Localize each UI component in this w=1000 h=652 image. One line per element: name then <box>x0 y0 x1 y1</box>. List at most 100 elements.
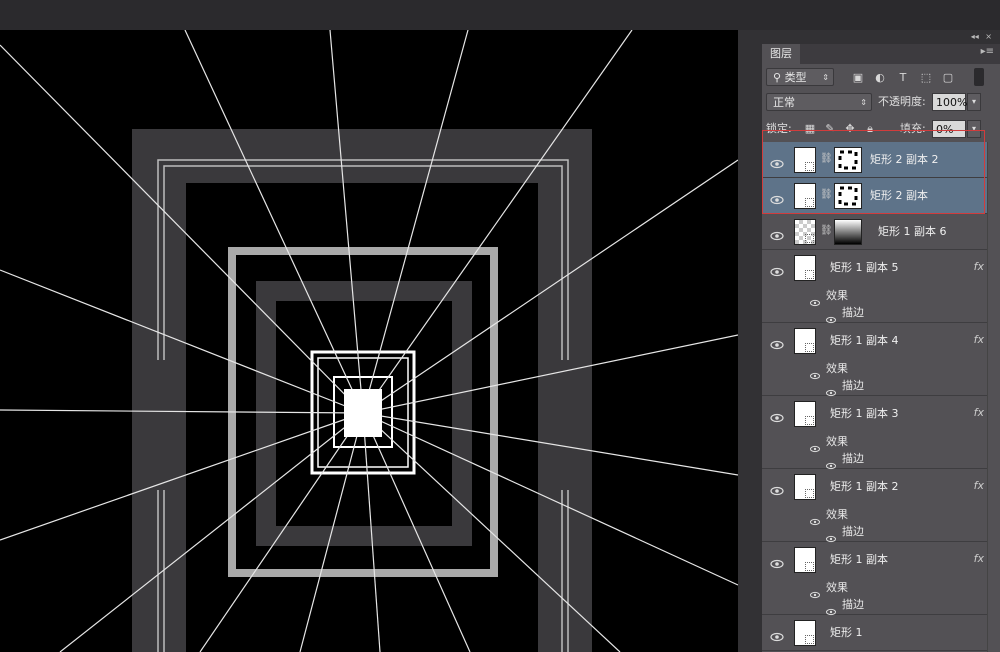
collapse-icon[interactable]: ◂◂ <box>971 32 979 41</box>
layer-name[interactable]: 矩形 2 副本 2 <box>870 153 939 167</box>
layer-row[interactable]: 矩形 1 副本 5fx▴效果描边 <box>762 250 1000 324</box>
layer-name[interactable]: 矩形 1 副本 3 <box>830 407 899 421</box>
effects-label: 效果 <box>826 362 848 375</box>
tab-layers[interactable]: 图层 <box>762 44 800 64</box>
link-icon[interactable]: ⛓ <box>820 153 833 164</box>
layer-row[interactable]: 矩形 1 <box>762 615 1000 651</box>
visibility-eye-icon[interactable] <box>770 335 784 350</box>
layers-scrollbar[interactable] <box>987 142 1000 652</box>
layer-name[interactable]: 矩形 1 副本 6 <box>878 225 947 239</box>
visibility-eye-icon[interactable] <box>770 481 784 496</box>
lock-all-icon[interactable]: 🔒︎ <box>862 121 878 137</box>
layer-row[interactable]: 矩形 1 副本 2fx▴效果描边 <box>762 469 1000 543</box>
blend-row: 正常 ⇕ 不透明度: 100% ▾ <box>762 90 1000 116</box>
effects-visibility-eye-icon[interactable] <box>810 584 820 603</box>
close-icon[interactable]: × <box>985 32 992 41</box>
lock-row: 锁定: ▦ ✎ ✥ 🔒︎ 填充: 0% ▾ <box>762 116 1000 142</box>
fx-icon[interactable]: fx <box>974 260 984 273</box>
visibility-eye-icon[interactable] <box>770 554 784 569</box>
canvas-artwork <box>0 30 738 652</box>
visibility-eye-icon[interactable] <box>770 262 784 277</box>
effects-label: 效果 <box>826 435 848 448</box>
link-icon[interactable]: ⛓ <box>820 225 833 236</box>
center-square-top <box>344 389 382 437</box>
effects-label: 效果 <box>826 581 848 594</box>
stroke-effect-label[interactable]: 描边 <box>842 598 864 612</box>
layer-row[interactable]: 矩形 1 副本 3fx▴效果描边 <box>762 396 1000 470</box>
layer-name[interactable]: 矩形 1 副本 <box>830 553 888 567</box>
blend-mode-dropdown[interactable]: 正常 ⇕ <box>766 93 872 111</box>
dropdown-arrow-icon: ⇕ <box>860 98 867 107</box>
panel-collapse-bar[interactable]: ◂◂ × <box>762 30 1000 44</box>
panel-gutter <box>738 30 762 652</box>
layer-row[interactable]: 矩形 1 副本fx▴效果描边 <box>762 542 1000 616</box>
layer-thumbnail <box>794 147 816 173</box>
effects-label: 效果 <box>826 289 848 302</box>
layers-list: ⛓矩形 2 副本 2⛓矩形 2 副本⛓矩形 1 副本 6矩形 1 副本 5fx▴… <box>762 142 1000 652</box>
layer-name[interactable]: 矩形 2 副本 <box>870 189 928 203</box>
lock-label: 锁定: <box>766 122 792 135</box>
layer-row[interactable]: ⛓ 矩形 2 副本 <box>762 178 1000 214</box>
blend-mode-value: 正常 <box>773 96 795 109</box>
panel-tab-row: 图层 ▸≡ <box>762 44 1000 64</box>
shape-filter-icon[interactable]: ⬚ <box>918 70 934 86</box>
opacity-label: 不透明度: <box>878 95 926 108</box>
filter-kind-value: 类型 <box>784 71 807 84</box>
stroke-effect-label[interactable]: 描边 <box>842 306 864 320</box>
layer-name[interactable]: 矩形 1 副本 4 <box>830 334 899 348</box>
effects-visibility-eye-icon[interactable] <box>810 365 820 384</box>
visibility-eye-icon[interactable] <box>770 154 784 169</box>
document-canvas[interactable] <box>0 30 738 652</box>
layer-mask-thumbnail[interactable] <box>834 147 862 173</box>
fx-icon[interactable]: fx <box>974 552 984 565</box>
layer-mask-thumbnail[interactable] <box>834 183 862 209</box>
type-filter-icon[interactable]: T <box>895 70 911 86</box>
layer-name[interactable]: 矩形 1 <box>830 626 863 640</box>
layer-row[interactable]: 矩形 1 副本 4fx▴效果描边 <box>762 323 1000 397</box>
search-icon: ⚲ <box>773 71 785 84</box>
visibility-eye-icon[interactable] <box>770 190 784 205</box>
stroke-effect-label[interactable]: 描边 <box>842 452 864 466</box>
layer-row[interactable]: ⛓ 矩形 2 副本 2 <box>762 142 1000 178</box>
top-bar <box>0 0 1000 30</box>
fx-icon[interactable]: fx <box>974 333 984 346</box>
layer-row[interactable]: ⛓ 矩形 1 副本 6 <box>762 214 1000 250</box>
visibility-eye-icon[interactable] <box>770 408 784 423</box>
lock-move-icon[interactable]: ✥ <box>842 121 858 137</box>
smart-object-filter-icon[interactable]: ▢ <box>940 70 956 86</box>
lock-paint-icon[interactable]: ✎ <box>822 121 838 137</box>
effects-visibility-eye-icon[interactable] <box>810 438 820 457</box>
image-filter-icon[interactable]: ▣ <box>850 70 866 86</box>
layer-thumbnail <box>794 183 816 209</box>
filter-kind-dropdown[interactable]: ⚲ 类型 ⇕ <box>766 68 834 86</box>
panel-menu-icon[interactable]: ▸≡ <box>981 46 994 57</box>
layers-panel: ◂◂ × 图层 ▸≡ ⚲ 类型 ⇕ ▣ ◐ T ⬚ ▢ 正常 ⇕ 不透明度: 1… <box>762 30 1000 652</box>
fill-label: 填充: <box>900 122 926 135</box>
layer-mask-thumbnail[interactable] <box>834 219 862 245</box>
layer-name[interactable]: 矩形 1 副本 2 <box>830 480 899 494</box>
opacity-dropdown-arrow-icon[interactable]: ▾ <box>967 93 981 111</box>
layer-thumbnail <box>794 219 816 245</box>
stroke-effect-label[interactable]: 描边 <box>842 379 864 393</box>
fx-icon[interactable]: fx <box>974 479 984 492</box>
visibility-eye-icon[interactable] <box>770 627 784 642</box>
lock-transparency-icon[interactable]: ▦ <box>802 121 818 137</box>
stroke-effect-label[interactable]: 描边 <box>842 525 864 539</box>
filter-toggle-icon[interactable] <box>974 68 984 86</box>
filter-row: ⚲ 类型 ⇕ ▣ ◐ T ⬚ ▢ <box>762 64 1000 90</box>
fill-field[interactable]: 0% <box>932 120 966 138</box>
layer-name[interactable]: 矩形 1 副本 5 <box>830 261 899 275</box>
layer-thumbnail <box>794 474 816 500</box>
link-icon[interactable]: ⛓ <box>820 189 833 200</box>
adjustment-filter-icon[interactable]: ◐ <box>872 70 888 86</box>
effects-visibility-eye-icon[interactable] <box>810 511 820 530</box>
layer-thumbnail <box>794 328 816 354</box>
layer-thumbnail <box>794 255 816 281</box>
effects-label: 效果 <box>826 508 848 521</box>
opacity-field[interactable]: 100% <box>932 93 967 111</box>
fill-dropdown-arrow-icon[interactable]: ▾ <box>967 120 981 138</box>
effects-visibility-eye-icon[interactable] <box>810 292 820 311</box>
fx-icon[interactable]: fx <box>974 406 984 419</box>
layer-thumbnail <box>794 547 816 573</box>
visibility-eye-icon[interactable] <box>770 226 784 241</box>
